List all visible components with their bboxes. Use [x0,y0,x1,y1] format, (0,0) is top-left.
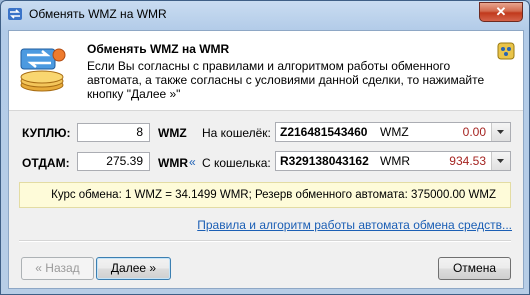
close-button[interactable]: ✕ [479,2,523,22]
to-wallet-currency: WMZ [380,125,409,139]
divider [19,240,511,242]
back-button[interactable]: « Назад [21,257,94,280]
rules-link[interactable]: Правила и алгоритм работы автомата обмен… [197,218,512,232]
to-wallet-balance: 0.00 [462,125,486,139]
window-title: Обменять WMZ на WMR [29,7,167,21]
next-button[interactable]: Далее » [96,257,171,280]
to-wallet-label: На кошелёк: [202,126,271,140]
buy-label: КУПЛЮ: [22,126,71,140]
buy-currency: WMZ [158,126,187,140]
exchange-rate-info: Курс обмена: 1 WMZ = 34.1499 WMR; Резерв… [19,182,511,208]
buy-amount-input[interactable]: 8 [77,123,150,142]
to-wallet-select[interactable]: Z216481543460 WMZ 0.00 [275,122,511,142]
dialog-header: Обменять WMZ на WMR Если Вы согласны с п… [9,31,523,111]
exchange-window: Обменять WMZ на WMR ✕ Обменять WMZ на WM… [0,0,530,295]
to-wallet-number: Z216481543460 [280,125,368,139]
cancel-button[interactable]: Отмена [438,257,511,280]
chevron-down-icon[interactable] [491,152,510,170]
pay-amount-input[interactable]: 275.39 [77,152,150,171]
from-wallet-balance: 934.53 [449,154,486,168]
chevron-down-icon[interactable] [491,123,510,141]
header-title: Обменять WMZ на WMR [87,42,230,56]
pay-label: ОТДАМ: [22,156,70,170]
swap-currency-link[interactable]: « [189,155,196,169]
pay-currency: WMR [158,156,188,170]
from-wallet-number: R329138043162 [280,154,369,168]
dialog-body: Обменять WMZ на WMR Если Вы согласны с п… [8,30,524,289]
close-icon: ✕ [495,4,507,19]
exchange-app-icon [7,6,23,22]
header-description: Если Вы согласны с правилами и алгоритмо… [87,59,485,101]
from-wallet-currency: WMR [380,154,410,168]
from-wallet-label: С кошелька: [202,156,271,170]
from-wallet-select[interactable]: R329138043162 WMR 934.53 [275,151,511,171]
title-bar: Обменять WMZ на WMR ✕ [1,1,529,27]
webmoney-logo-icon [497,42,515,60]
exchange-icon [17,41,67,93]
